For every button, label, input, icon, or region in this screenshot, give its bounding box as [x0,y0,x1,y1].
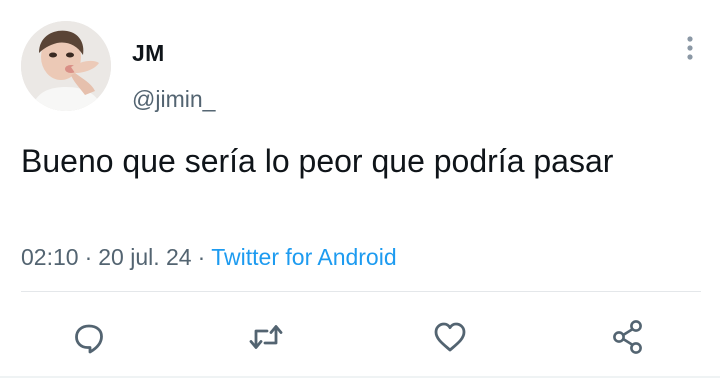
display-name[interactable]: JM [132,39,165,67]
username-handle[interactable]: @jimin_ [132,85,215,113]
meta-separator: · [84,244,93,270]
reply-icon [75,324,103,354]
tweet-text: Bueno que sería lo peor que podría pasar [21,143,614,179]
tweet-date[interactable]: 20 jul. 24 [98,244,191,270]
share-icon [613,320,642,354]
like-button[interactable] [430,317,470,357]
tweet-meta: 02:10 · 20 jul. 24 · Twitter for Android [21,243,397,271]
tweet-source-link[interactable]: Twitter for Android [211,244,396,270]
retweet-icon [249,325,283,349]
tweet-time: 02:10 [21,244,79,270]
avatar-photo [21,21,111,111]
more-vertical-icon[interactable] [680,30,700,66]
share-button[interactable] [608,317,648,357]
heart-icon [434,322,466,352]
retweet-button[interactable] [246,317,286,357]
avatar[interactable] [21,21,111,111]
reply-button[interactable] [69,317,109,357]
meta-separator: · [197,244,206,270]
divider [21,291,701,292]
